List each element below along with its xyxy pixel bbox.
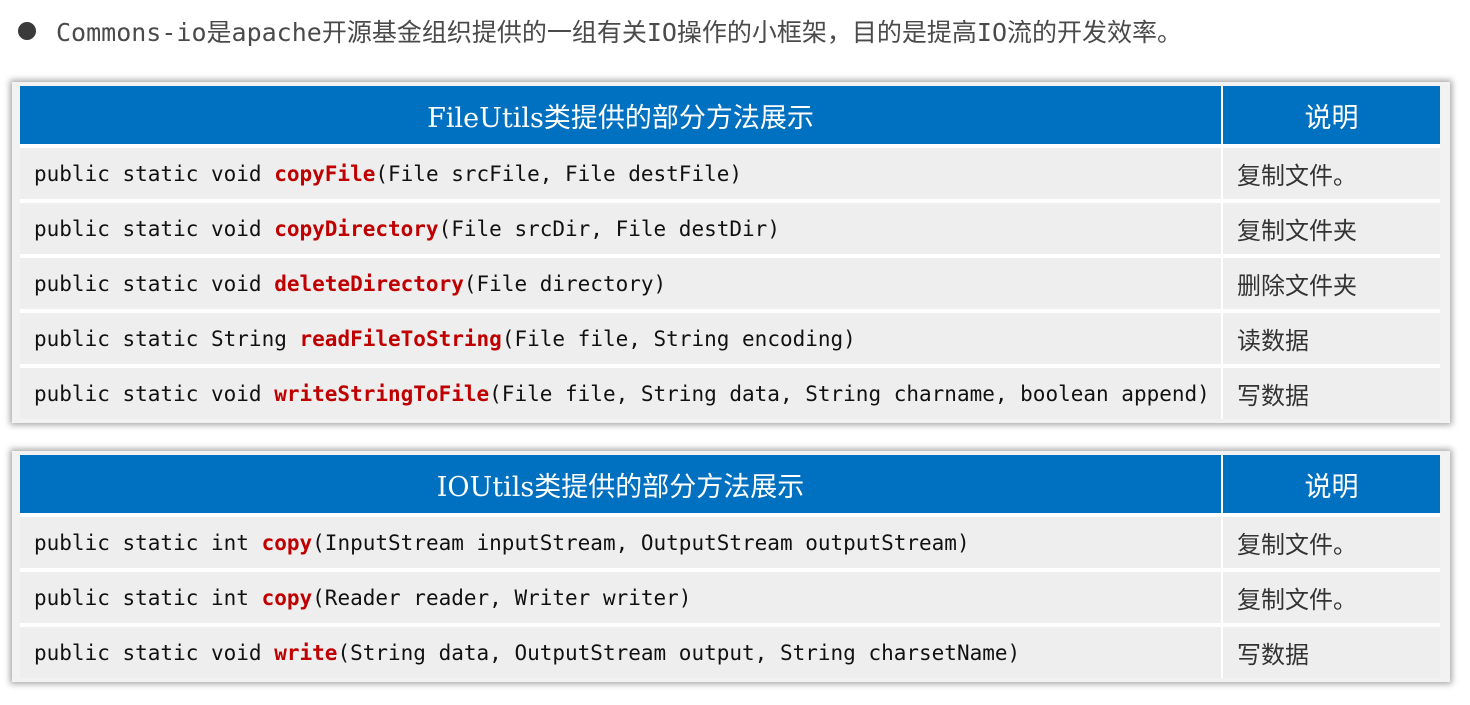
method-signature: public static void copyFile(File srcFile…: [20, 146, 1223, 203]
method-prefix: public static void: [34, 271, 275, 296]
method-description: 复制文件夹: [1222, 201, 1440, 258]
method-description: 复制文件。: [1222, 515, 1440, 572]
table-row: public static void copyDirectory(File sr…: [20, 201, 1440, 258]
method-signature: public static void write(String data, Ou…: [20, 625, 1223, 678]
intro-text: Commons-io是apache开源基金组织提供的一组有关IO操作的小框架，目…: [56, 18, 1183, 47]
io-utils-table: IOUtils类提供的部分方法展示 说明 public static int c…: [20, 455, 1440, 678]
method-name: copy: [261, 585, 313, 610]
table-row: public static String readFileToString(Fi…: [20, 311, 1440, 368]
description-column-header: 说明: [1222, 86, 1440, 148]
table-row: public static int copy(Reader reader, Wr…: [20, 570, 1440, 627]
method-prefix: public static int: [34, 585, 262, 610]
method-signature: public static int copy(Reader reader, Wr…: [20, 570, 1223, 627]
method-name: copyDirectory: [274, 216, 439, 241]
method-name: writeStringToFile: [274, 381, 490, 406]
method-params: (File file, String encoding): [501, 326, 856, 351]
method-description: 删除文件夹: [1222, 256, 1440, 313]
method-prefix: public static void: [34, 161, 275, 186]
table-row: public static void writeStringToFile(Fil…: [20, 366, 1440, 419]
method-params: (File file, String data, String charname…: [489, 381, 1210, 406]
method-description: 读数据: [1222, 311, 1440, 368]
method-prefix: public static void: [34, 216, 275, 241]
method-name: copyFile: [274, 161, 376, 186]
method-params: (File srcDir, File destDir): [438, 216, 780, 241]
description-column-header: 说明: [1222, 455, 1440, 517]
table-row: public static void write(String data, Ou…: [20, 625, 1440, 678]
table-header-row: FileUtils类提供的部分方法展示 说明: [20, 86, 1440, 148]
method-name: copy: [261, 530, 313, 555]
method-params: (InputStream inputStream, OutputStream o…: [312, 530, 970, 555]
method-signature: public static void copyDirectory(File sr…: [20, 201, 1223, 258]
method-params: (Reader reader, Writer writer): [312, 585, 692, 610]
table-header-row: IOUtils类提供的部分方法展示 说明: [20, 455, 1440, 517]
table-row: public static void deleteDirectory(File …: [20, 256, 1440, 313]
file-utils-table-container: FileUtils类提供的部分方法展示 说明 public static voi…: [12, 82, 1450, 423]
method-description: 复制文件。: [1222, 570, 1440, 627]
method-prefix: public static void: [34, 381, 275, 406]
method-name: write: [274, 640, 338, 665]
method-column-header: IOUtils类提供的部分方法展示: [20, 455, 1223, 517]
method-params: (File srcFile, File destFile): [375, 161, 743, 186]
method-params: (File directory): [463, 271, 667, 296]
method-signature: public static void writeStringToFile(Fil…: [20, 366, 1223, 419]
method-column-header: FileUtils类提供的部分方法展示: [20, 86, 1223, 148]
method-signature: public static void deleteDirectory(File …: [20, 256, 1223, 313]
method-description: 复制文件。: [1222, 146, 1440, 203]
method-name: readFileToString: [299, 326, 502, 351]
method-description: 写数据: [1222, 366, 1440, 419]
method-prefix: public static void: [34, 640, 275, 665]
intro-bullet: Commons-io是apache开源基金组织提供的一组有关IO操作的小框架，目…: [14, 10, 1182, 52]
io-utils-table-container: IOUtils类提供的部分方法展示 说明 public static int c…: [12, 451, 1450, 682]
method-params: (String data, OutputStream output, Strin…: [337, 640, 1021, 665]
file-utils-table: FileUtils类提供的部分方法展示 说明 public static voi…: [20, 86, 1440, 419]
table-row: public static void copyFile(File srcFile…: [20, 146, 1440, 203]
method-description: 写数据: [1222, 625, 1440, 678]
method-signature: public static int copy(InputStream input…: [20, 515, 1223, 572]
method-name: deleteDirectory: [274, 271, 464, 296]
method-prefix: public static int: [34, 530, 262, 555]
bullet-dot-icon: [18, 22, 36, 40]
method-signature: public static String readFileToString(Fi…: [20, 311, 1223, 368]
table-row: public static int copy(InputStream input…: [20, 515, 1440, 572]
method-prefix: public static String: [34, 326, 300, 351]
